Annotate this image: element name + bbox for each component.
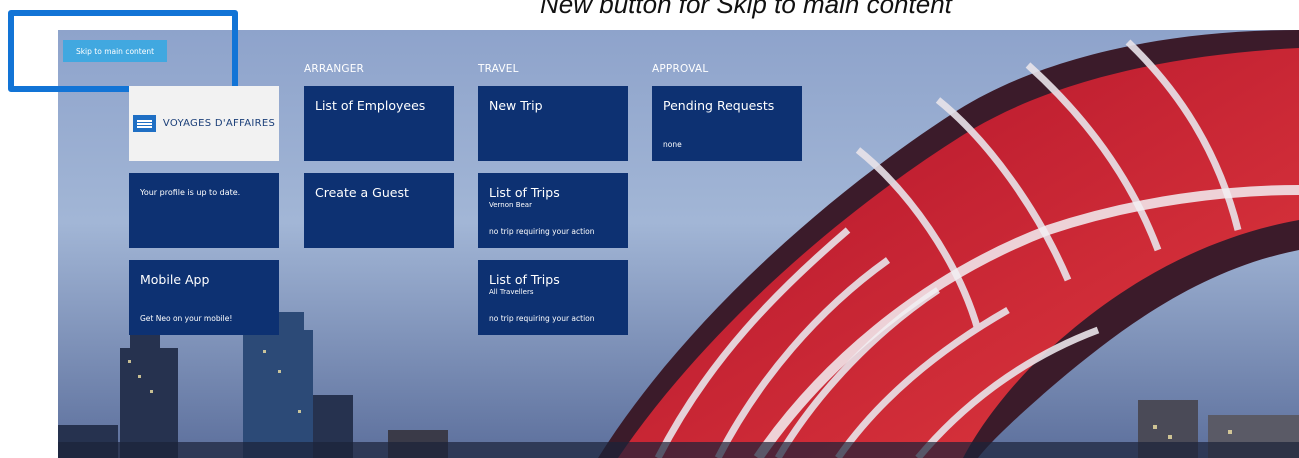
create-guest-title: Create a Guest: [315, 185, 409, 200]
list-of-trips-footer: no trip requiring your action: [489, 227, 595, 236]
list-of-trips-title: List of Trips: [489, 185, 560, 200]
list-of-employees-title: List of Employees: [315, 98, 426, 113]
profile-status-text: Your profile is up to date.: [140, 188, 241, 197]
column-header-approval: APPROVAL: [652, 63, 709, 75]
column-header-travel: TRAVEL: [478, 63, 519, 75]
create-guest-tile[interactable]: Create a Guest: [304, 173, 454, 248]
annotation-caption: New button for Skip to main content: [540, 0, 952, 19]
brand-name: VOYAGES D'AFFAIRES: [162, 118, 276, 129]
brand-logo-tile[interactable]: VOYAGES D'AFFAIRES: [129, 86, 279, 161]
mobile-app-title: Mobile App: [140, 272, 210, 287]
list-of-trips-self-tile[interactable]: List of Trips Vernon Bear no trip requir…: [478, 173, 628, 248]
list-of-trips-all-footer: no trip requiring your action: [489, 314, 595, 323]
list-of-trips-subtitle: Vernon Bear: [489, 201, 532, 209]
mobile-app-footer: Get Neo on your mobile!: [140, 314, 233, 323]
profile-tile[interactable]: Your profile is up to date.: [129, 173, 279, 248]
pending-requests-footer: none: [663, 140, 682, 149]
list-of-trips-all-subtitle: All Travellers: [489, 288, 534, 296]
list-of-trips-all-tile[interactable]: List of Trips All Travellers no trip req…: [478, 260, 628, 335]
pending-requests-tile[interactable]: Pending Requests none: [652, 86, 802, 161]
mobile-app-tile[interactable]: Mobile App Get Neo on your mobile!: [129, 260, 279, 335]
column-header-arranger: ARRANGER: [304, 63, 365, 75]
list-of-trips-all-title: List of Trips: [489, 272, 560, 287]
pending-requests-title: Pending Requests: [663, 98, 775, 113]
list-of-employees-tile[interactable]: List of Employees: [304, 86, 454, 161]
skip-to-main-content-button[interactable]: Skip to main content: [63, 40, 167, 62]
new-trip-title: New Trip: [489, 98, 543, 113]
new-trip-tile[interactable]: New Trip: [478, 86, 628, 161]
amex-logo-icon: [132, 115, 156, 132]
